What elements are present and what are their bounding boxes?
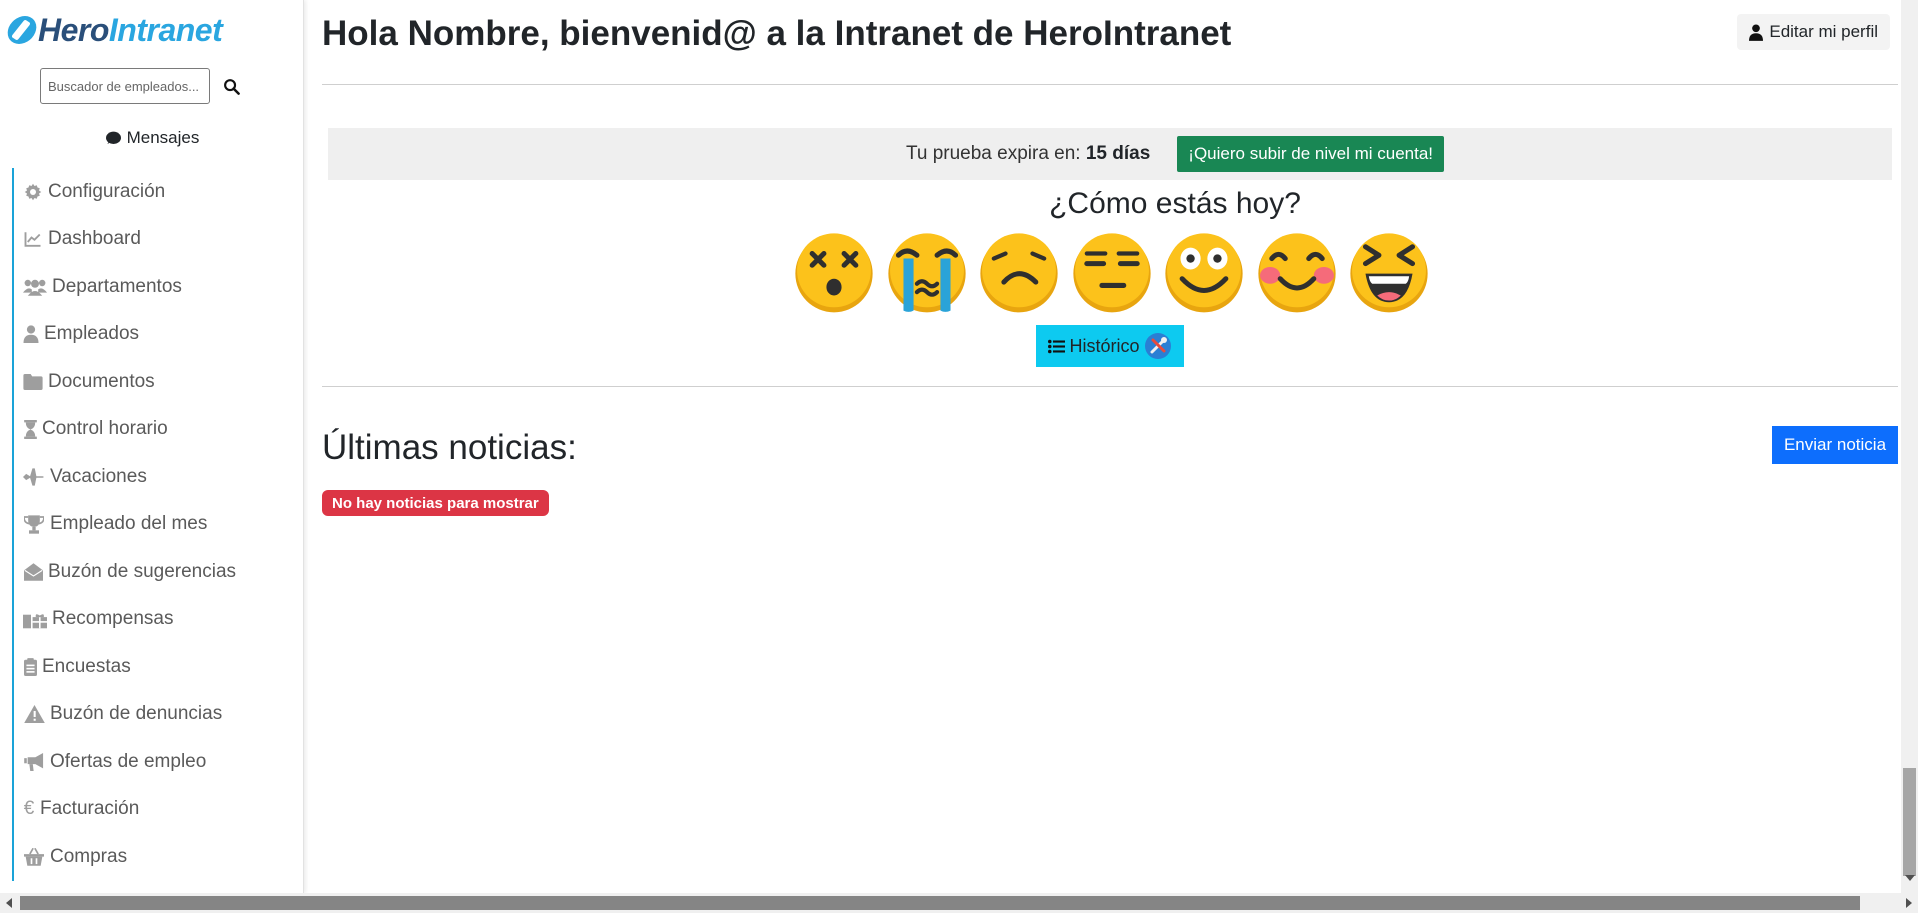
dizzy-face-icon[interactable] bbox=[792, 230, 876, 314]
sidebar-item-label: Encuestas bbox=[42, 655, 131, 677]
smiling-face-icon[interactable] bbox=[1162, 230, 1246, 314]
trial-text: Tu prueba expira en: 15 días bbox=[905, 143, 1151, 164]
logo-mark-icon bbox=[5, 16, 39, 44]
send-news-button[interactable]: Enviar noticia bbox=[1772, 426, 1898, 464]
clipboard-icon bbox=[22, 656, 38, 678]
vertical-scrollbar[interactable] bbox=[1901, 0, 1918, 893]
edit-profile-button[interactable]: Editar mi perfil bbox=[1737, 14, 1890, 50]
sidebar-item-label: Empleado del mes bbox=[50, 513, 208, 535]
messages-link[interactable]: Mensajes bbox=[0, 126, 303, 150]
sidebar-item-label: Ofertas de empleo bbox=[50, 750, 207, 772]
mood-history-button[interactable]: Histórico bbox=[1036, 325, 1184, 367]
sidebar-item-configuracion[interactable]: Configuración bbox=[12, 168, 302, 216]
edit-profile-label: Editar mi perfil bbox=[1769, 22, 1878, 41]
sidebar-item-vacaciones[interactable]: Vacaciones bbox=[12, 453, 302, 501]
trophy-icon bbox=[22, 513, 46, 535]
expressionless-face-icon[interactable] bbox=[1070, 230, 1154, 314]
gifts-icon bbox=[22, 608, 48, 630]
sidebar-item-empleado-del-mes[interactable]: Empleado del mes bbox=[12, 500, 302, 548]
warning-icon bbox=[22, 703, 46, 725]
gear-icon bbox=[22, 181, 44, 203]
euro-icon: € bbox=[23, 798, 35, 820]
messages-label: Mensajes bbox=[126, 128, 200, 147]
scroll-left-arrow-icon[interactable] bbox=[6, 898, 12, 908]
vertical-scrollbar-thumb[interactable] bbox=[1903, 768, 1916, 876]
app-logo[interactable]: HeroIntranet bbox=[5, 10, 223, 50]
greeting-prefix: Hola bbox=[322, 14, 408, 53]
main-content: Hola Nombre, bienvenid@ a la Intranet de… bbox=[322, 0, 1898, 893]
tools-icon bbox=[1144, 333, 1171, 359]
sidebar-item-encuestas[interactable]: Encuestas bbox=[12, 643, 302, 691]
basket-icon bbox=[22, 846, 46, 868]
sidebar-item-label: Documentos bbox=[48, 370, 155, 392]
blushing-face-icon[interactable] bbox=[1255, 230, 1339, 314]
trial-days: 15 días bbox=[1085, 143, 1151, 164]
sidebar-item-label: Recompensas bbox=[52, 608, 174, 630]
mood-title: ¿Cómo estás hoy? bbox=[1049, 187, 1301, 220]
plane-icon bbox=[22, 466, 46, 488]
sidebar-item-compras[interactable]: Compras bbox=[12, 833, 302, 881]
sidebar-item-ofertas-empleo[interactable]: Ofertas de empleo bbox=[12, 738, 302, 786]
user-icon bbox=[1749, 23, 1764, 41]
sidebar-nav: Configuración Dashboard Departamentos Em… bbox=[12, 168, 302, 881]
sidebar-item-label: Empleados bbox=[44, 323, 140, 345]
horizontal-scrollbar-thumb[interactable] bbox=[20, 896, 1860, 910]
sidebar-item-label: Buzón de denuncias bbox=[50, 703, 223, 725]
users-icon bbox=[22, 276, 48, 298]
envelope-open-icon bbox=[22, 561, 44, 583]
sidebar-item-recompensas[interactable]: Recompensas bbox=[12, 595, 302, 643]
empty-news-badge: No hay noticias para mostrar bbox=[322, 490, 549, 516]
horizontal-scrollbar[interactable] bbox=[0, 893, 1918, 913]
sidebar-item-label: Compras bbox=[50, 845, 128, 867]
sidebar-item-dashboard[interactable]: Dashboard bbox=[12, 215, 302, 263]
list-icon bbox=[1048, 339, 1066, 353]
mood-history-label: Histórico bbox=[1069, 335, 1140, 356]
mood-options bbox=[792, 230, 1440, 314]
greeting-middle: , bienvenid@ a la Intranet de bbox=[539, 14, 1024, 53]
search-button[interactable] bbox=[214, 68, 248, 104]
scroll-right-arrow-icon[interactable] bbox=[1906, 898, 1912, 908]
sidebar-item-empleados[interactable]: Empleados bbox=[12, 310, 302, 358]
employee-search bbox=[40, 68, 248, 104]
hourglass-icon bbox=[22, 418, 38, 440]
employee-search-input[interactable] bbox=[40, 68, 210, 104]
sidebar-item-label: Departamentos bbox=[52, 275, 182, 297]
sidebar-item-label: Facturación bbox=[40, 798, 140, 820]
divider bbox=[322, 386, 1898, 387]
news-title: Últimas noticias: bbox=[322, 428, 577, 467]
logo-text-hero: Hero bbox=[38, 11, 109, 48]
folder-icon bbox=[22, 371, 44, 393]
upgrade-account-button[interactable]: ¡Quiero subir de nivel mi cuenta! bbox=[1177, 136, 1445, 172]
scroll-down-arrow-icon[interactable] bbox=[1905, 875, 1915, 881]
trial-banner: Tu prueba expira en: 15 días ¡Quiero sub… bbox=[328, 128, 1892, 180]
sidebar-item-facturacion[interactable]: € Facturación bbox=[12, 785, 302, 833]
laughing-face-icon[interactable] bbox=[1347, 230, 1431, 314]
crying-face-icon[interactable] bbox=[885, 230, 969, 314]
comment-icon bbox=[105, 131, 121, 144]
sidebar-item-buzon-sugerencias[interactable]: Buzón de sugerencias bbox=[12, 548, 302, 596]
sidebar-item-label: Dashboard bbox=[48, 228, 141, 250]
sidebar-item-buzon-denuncias[interactable]: Buzón de denuncias bbox=[12, 690, 302, 738]
frowning-face-icon[interactable] bbox=[977, 230, 1061, 314]
sidebar-item-departamentos[interactable]: Departamentos bbox=[12, 263, 302, 311]
user-name: Nombre bbox=[407, 14, 540, 53]
sidebar: HeroIntranet Mensajes Configuración Dash… bbox=[0, 0, 304, 893]
search-icon bbox=[223, 78, 240, 95]
sidebar-item-label: Configuración bbox=[48, 180, 166, 202]
bullhorn-icon bbox=[22, 751, 46, 773]
sidebar-item-label: Vacaciones bbox=[50, 465, 147, 487]
sidebar-item-label: Control horario bbox=[42, 418, 168, 440]
sidebar-item-control-horario[interactable]: Control horario bbox=[12, 405, 302, 453]
sidebar-item-documentos[interactable]: Documentos bbox=[12, 358, 302, 406]
sidebar-item-label: Buzón de sugerencias bbox=[48, 560, 237, 582]
logo-text-intranet: Intranet bbox=[108, 11, 223, 48]
user-icon bbox=[22, 323, 40, 345]
page-title: Hola Nombre, bienvenid@ a la Intranet de… bbox=[322, 14, 1231, 54]
divider bbox=[322, 84, 1898, 85]
company-name: HeroIntranet bbox=[1023, 14, 1232, 53]
chart-line-icon bbox=[22, 228, 44, 250]
